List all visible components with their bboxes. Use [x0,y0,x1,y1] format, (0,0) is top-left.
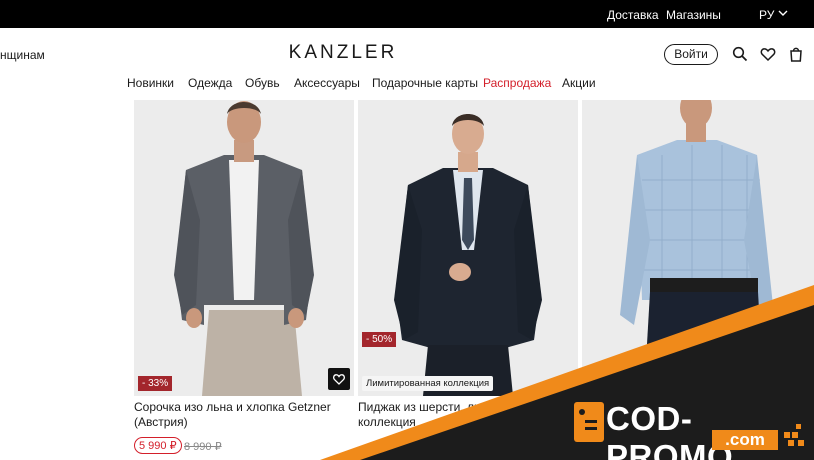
limited-collection-label: Лимитированная коллекция [362,376,494,391]
nav-item-clothes[interactable]: Одежда [188,76,232,90]
product-name-line: Пиджак из шерсти, лим [358,400,489,414]
product-photo[interactable] [582,100,814,396]
nav-item-sale[interactable]: Распродажа [483,76,551,90]
product-name[interactable]: Сорочка изо льна и хлопка Getzner (Австр… [134,400,354,430]
promo-domain-text: .com [712,430,778,450]
product-name[interactable]: Пиджак из шерсти, лим коллекция [358,400,578,430]
stores-link[interactable]: Магазины [666,8,721,22]
language-selector[interactable]: РУ [759,8,774,22]
product-photo[interactable] [358,100,578,396]
product-name-line: Сорочка изо льна и хлопка Getzner [134,400,331,414]
chevron-down-icon[interactable] [778,8,788,18]
cart-bag-icon[interactable] [788,46,804,62]
promo-brand-text: COD-PROMO [606,400,734,460]
login-button[interactable]: Войти [664,44,718,65]
heart-icon [333,374,345,385]
nav-item-accessories[interactable]: Аксессуары [294,76,360,90]
discount-badge: - 33% [138,376,173,391]
search-icon[interactable] [732,46,748,62]
add-to-favorites-button[interactable] [328,368,350,390]
nav-item-shoes[interactable]: Обувь [245,76,280,90]
nav-item-new[interactable]: Новинки [127,76,174,90]
logo[interactable]: KANZLER [0,42,686,64]
product-name-line: коллекция [358,415,416,429]
product-photo[interactable] [134,100,354,396]
nav-item-gift-cards[interactable]: Подарочные карты [372,76,478,90]
product-card[interactable]: - 33% Сорочка изо льна и хлопка Getzner … [134,100,354,460]
nav-item-promotions[interactable]: Акции [562,76,596,90]
old-price: 8 990 ₽ [184,441,222,453]
product-name-line: (Австрия) [134,415,188,429]
sale-price: 5 990 ₽ [134,437,182,454]
discount-badge: - 50% [362,332,397,347]
top-bar: Доставка Магазины РУ [0,0,814,28]
product-card[interactable]: - 50% Лимитированная коллекция Пиджак из… [358,100,578,460]
heart-icon[interactable] [760,46,776,62]
delivery-link[interactable]: Доставка [607,8,659,22]
